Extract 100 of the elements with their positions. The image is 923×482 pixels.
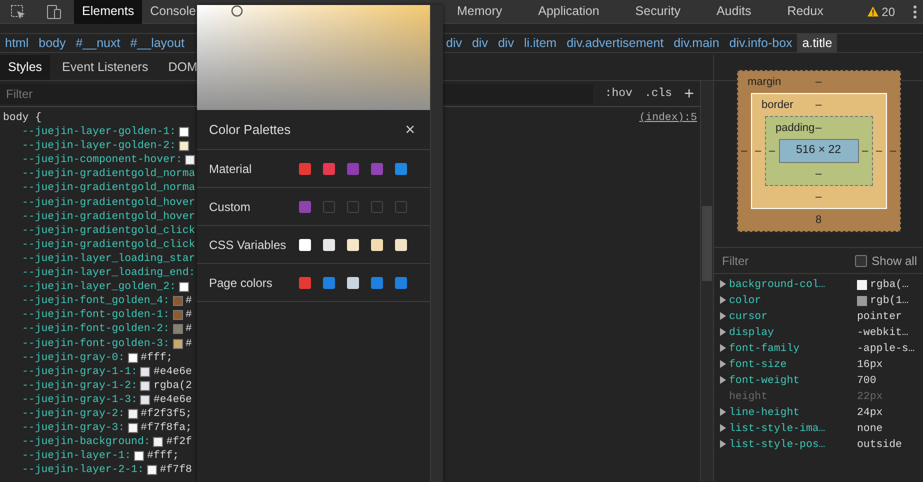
property-name: --juejin-layer_loading_end: [22, 266, 196, 280]
box-value: – [815, 74, 822, 90]
more-options-icon[interactable] [913, 4, 917, 18]
scrollbar-thumb[interactable] [702, 206, 712, 281]
panel-tab[interactable]: Memory [448, 0, 510, 24]
box-value: – [740, 144, 748, 159]
color-swatch[interactable] [371, 162, 383, 174]
color-swatch[interactable] [128, 352, 138, 363]
property-name: --juejin-gradientgold_hover [22, 210, 196, 224]
breadcrumb-item[interactable]: div.info-box [724, 34, 798, 52]
color-swatch[interactable] [299, 238, 311, 250]
color-swatch[interactable] [146, 465, 157, 476]
box-value: – [815, 120, 822, 136]
box-value: 8 [815, 212, 822, 228]
close-button[interactable]: × [405, 121, 415, 138]
panel-tab[interactable]: Elements [74, 0, 142, 24]
breadcrumb-item[interactable]: a.title [797, 34, 838, 52]
breadcrumb-item[interactable]: body [34, 34, 71, 52]
box-value: – [862, 144, 868, 159]
color-swatch[interactable] [185, 155, 196, 166]
empty-swatch[interactable] [323, 200, 335, 212]
panel-tab[interactable]: Audits [708, 0, 760, 24]
box-value: – [815, 166, 822, 182]
color-swatch[interactable] [172, 310, 183, 320]
color-swatch[interactable] [347, 162, 359, 174]
property-value: #fff; [140, 350, 173, 365]
color-swatch[interactable] [323, 276, 335, 288]
palette-name[interactable]: Custom [209, 198, 299, 216]
palette-name[interactable]: Material [209, 160, 299, 178]
color-swatch[interactable] [128, 423, 138, 434]
inspect-icon[interactable] [10, 4, 26, 20]
color-swatch[interactable] [323, 162, 335, 174]
color-swatch[interactable] [172, 296, 183, 306]
color-swatch[interactable] [178, 282, 189, 292]
breadcrumb-item[interactable]: html [0, 34, 34, 52]
property-value: 24px [857, 406, 883, 421]
property-value: #f2f [166, 435, 192, 450]
empty-swatch[interactable] [371, 200, 383, 212]
property-name: color [729, 294, 762, 309]
property-name: --juejin-gradientgold_click [22, 238, 196, 252]
color-swatch[interactable] [299, 276, 311, 288]
property-value: # [186, 322, 192, 336]
color-swatch[interactable] [172, 324, 183, 334]
breadcrumb-item[interactable]: #__layout [125, 34, 190, 52]
panel-tab[interactable]: Console [142, 0, 204, 24]
color-swatch[interactable] [153, 437, 164, 448]
color-swatch[interactable] [178, 127, 189, 138]
color-swatch[interactable] [371, 238, 383, 250]
color-swatch[interactable] [347, 276, 359, 288]
warning-count[interactable]: 20 [882, 2, 895, 20]
property-value: rgba(2 [153, 378, 192, 393]
color-swatch[interactable] [323, 238, 335, 250]
breadcrumb-item[interactable]: #__nuxt [70, 34, 126, 52]
box-label: border [760, 98, 794, 113]
breadcrumb-item[interactable]: div.advertisement [562, 34, 669, 52]
show-all-checkbox[interactable] [854, 254, 867, 266]
color-swatch[interactable] [299, 162, 311, 174]
color-swatch[interactable] [395, 162, 407, 174]
panel-tab[interactable]: Redux [779, 0, 832, 24]
property-name: font-weight [729, 374, 801, 389]
color-swatch[interactable] [347, 238, 359, 250]
toolbar-button[interactable]: + [678, 80, 700, 106]
color-swatch[interactable] [128, 409, 138, 420]
color-swatch[interactable] [140, 394, 150, 405]
palette-name[interactable]: CSS Variables [209, 236, 299, 254]
property-name: --juejin-gray-3: [22, 421, 125, 436]
pane-tab[interactable]: Styles [0, 55, 50, 80]
color-swatch[interactable] [172, 338, 183, 349]
breadcrumb-item[interactable]: div [466, 34, 493, 52]
color-swatch[interactable] [395, 238, 407, 250]
color-swatch[interactable] [371, 276, 383, 288]
empty-swatch[interactable] [395, 200, 407, 212]
picker-handle[interactable] [231, 5, 243, 17]
color-swatch[interactable] [134, 451, 144, 462]
palette-name[interactable]: Page colors [209, 274, 299, 292]
toolbar-button[interactable]: .cls [638, 84, 678, 102]
color-swatch[interactable] [140, 366, 150, 377]
property-value: 22px [857, 390, 883, 405]
property-value: -apple-s… [857, 342, 915, 357]
panel-tab[interactable]: Security [627, 0, 688, 24]
color-swatch[interactable] [178, 141, 189, 152]
breadcrumb-item[interactable]: div.main [668, 34, 724, 52]
property-name: line-height [729, 406, 801, 421]
breadcrumb-item[interactable]: div [492, 34, 519, 52]
color-swatch[interactable] [395, 276, 407, 288]
breadcrumb-item[interactable]: li.item [518, 34, 562, 52]
color-swatch[interactable] [299, 200, 311, 212]
source-link[interactable]: (index):5 [639, 111, 697, 126]
panel-tab[interactable]: Application [530, 0, 608, 24]
empty-swatch[interactable] [347, 200, 359, 212]
breadcrumb-item[interactable]: div [441, 34, 467, 52]
color-swatch[interactable] [140, 380, 150, 391]
pane-tab[interactable]: Event Listeners [54, 55, 156, 80]
property-value: rgb(1… [870, 294, 908, 309]
css-selector: body { [2, 111, 42, 126]
toolbar-button[interactable]: :hov [598, 84, 638, 102]
scrollbar-track[interactable] [430, 5, 443, 482]
property-name: --juejin-font-golden-1: [22, 308, 170, 322]
device-toolbar-icon[interactable] [46, 4, 62, 20]
filter-field[interactable]: Filter [720, 250, 855, 270]
